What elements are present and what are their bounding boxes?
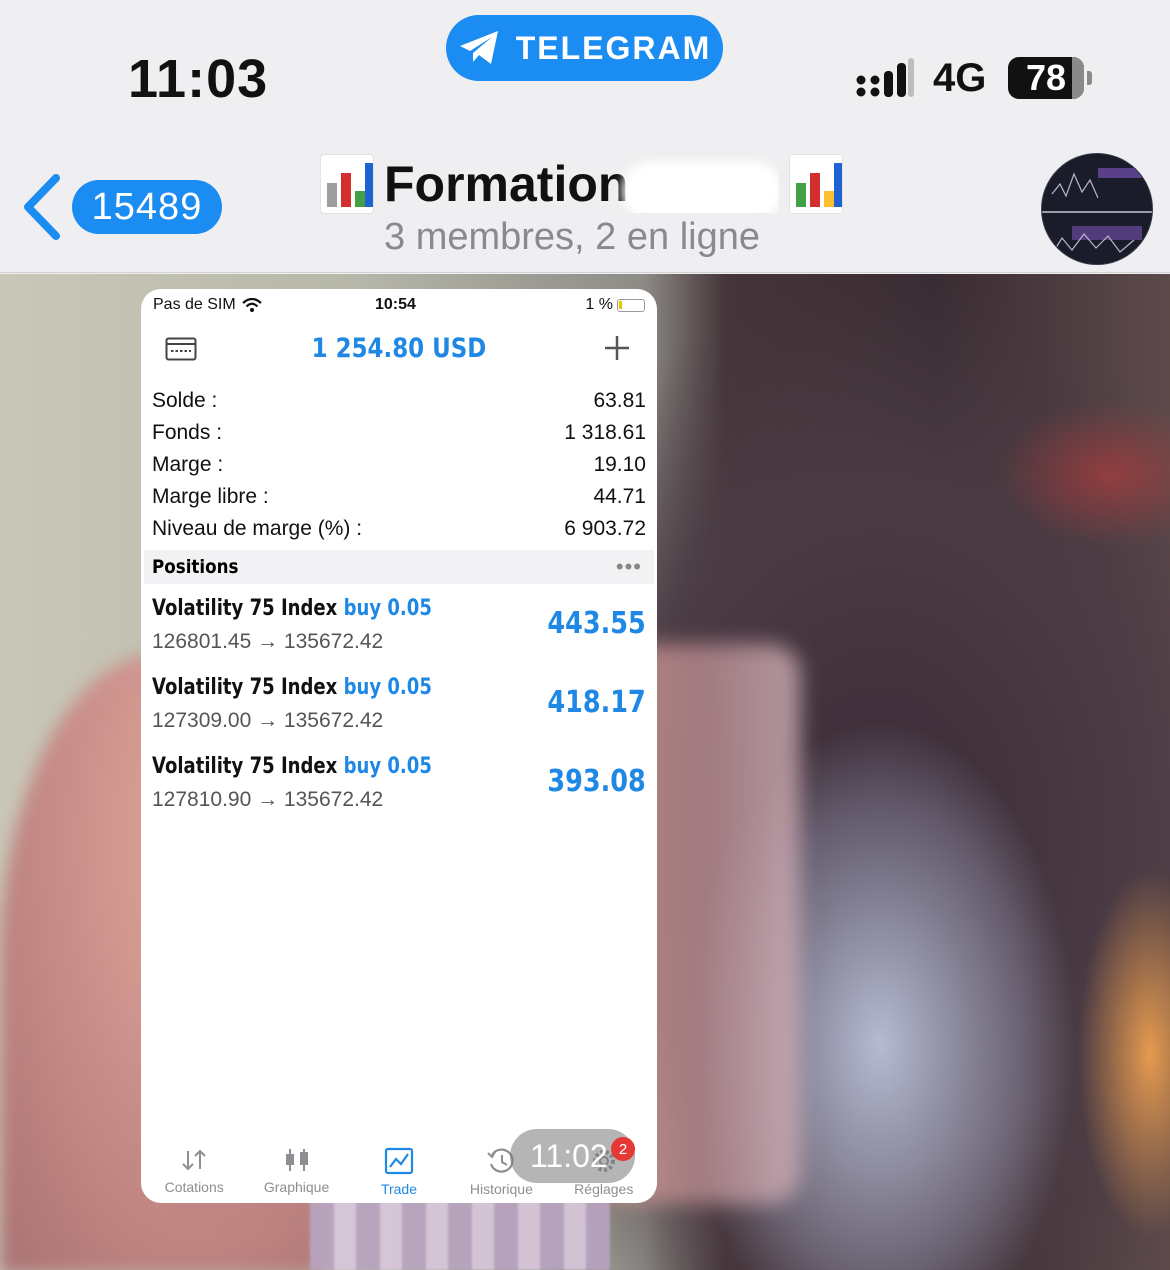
summary-row: Marge libre : 44.71 [152, 481, 646, 513]
summary-value: 1 318.61 [564, 421, 646, 444]
summary-row: Solde : 63.81 [152, 385, 646, 417]
return-app-label: TELEGRAM [515, 29, 712, 66]
position-side: buy 0.05 [343, 754, 432, 779]
chat-title-row[interactable]: Formation [320, 152, 843, 216]
bar-chart-icon [789, 154, 843, 214]
trade-icon [384, 1147, 414, 1175]
return-to-telegram-pill[interactable]: TELEGRAM [446, 15, 723, 81]
signal-icon [856, 58, 914, 97]
summary-value: 6 903.72 [564, 517, 646, 540]
group-avatar[interactable] [1041, 153, 1153, 265]
position-prices: 126801.45 → 135672.42 [152, 630, 384, 653]
summary-label: Fonds : [152, 421, 223, 444]
position-profit: 393.08 [547, 764, 646, 799]
summary-value: 19.10 [593, 453, 646, 476]
tab-label: Réglages [574, 1181, 634, 1197]
network-type: 4G [933, 56, 987, 100]
position-symbol: Volatility 75 Index [152, 754, 338, 779]
more-options-icon[interactable]: ••• [616, 556, 642, 578]
status-bar: 11:03 TELEGRAM 4G 78 [0, 0, 1170, 130]
position-row[interactable]: Volatility 75 Index buy 0.05 126801.45 →… [152, 592, 646, 671]
summary-label: Solde : [152, 389, 218, 412]
quotes-icon [182, 1149, 206, 1171]
position-prices: 127810.90 → 135672.42 [152, 788, 384, 811]
summary-label: Marge libre : [152, 485, 269, 508]
battery-icon: 78 [1008, 57, 1084, 99]
back-chevron-icon[interactable] [20, 174, 62, 240]
screenshot-battery-label: 1 % [585, 296, 613, 313]
tab-label: Historique [469, 1181, 533, 1197]
summary-label: Niveau de marge (%) : [152, 517, 363, 540]
position-side: buy 0.05 [343, 596, 432, 621]
tab-label: Graphique [263, 1179, 330, 1195]
tab-label: Cotations [164, 1179, 224, 1195]
summary-value: 44.71 [593, 485, 646, 508]
redaction-patch [622, 161, 779, 213]
summary-row: Marge : 19.10 [152, 449, 646, 481]
positions-section-header: Positions ••• [144, 550, 654, 584]
bar-chart-icon [320, 154, 374, 214]
chat-title: Formation [384, 155, 779, 213]
summary-label: Marge : [152, 453, 224, 476]
summary-row: Niveau de marge (%) : 6 903.72 [152, 513, 646, 545]
telegram-icon [459, 31, 498, 64]
tab-trade[interactable]: Trade [349, 1133, 449, 1203]
low-battery-icon [617, 298, 645, 312]
trading-screenshot[interactable]: Pas de SIM 10:54 1 % 1 254.80 USD Solde … [141, 289, 657, 1203]
screenshot-time: 10:54 [375, 296, 416, 313]
account-header: 1 254.80 USD [141, 325, 657, 373]
position-profit: 443.55 [547, 606, 646, 641]
tab-label: Trade [380, 1181, 417, 1197]
account-summary: Solde : 63.81 Fonds : 1 318.61 Marge : 1… [152, 385, 646, 545]
wifi-icon [241, 298, 262, 312]
position-profit: 418.17 [547, 685, 646, 720]
status-time: 11:03 [128, 49, 269, 109]
chart-icon [285, 1149, 308, 1171]
battery-tip [1087, 71, 1092, 85]
summary-row: Fonds : 1 318.61 [152, 417, 646, 449]
summary-value: 63.81 [593, 389, 646, 412]
position-symbol: Volatility 75 Index [152, 675, 338, 700]
tab-graphique[interactable]: Graphique [247, 1133, 347, 1203]
screenshot-status-bar: Pas de SIM 10:54 1 % [141, 289, 657, 321]
account-profit-total: 1 254.80 USD [311, 333, 487, 364]
position-prices: 127309.00 → 135672.42 [152, 709, 384, 732]
chat-subtitle: 3 membres, 2 en ligne [384, 216, 760, 258]
position-row[interactable]: Volatility 75 Index buy 0.05 127309.00 →… [152, 671, 646, 750]
chat-header: 15489 Formation 3 membres, 2 en ligne [0, 130, 1170, 273]
carrier-label: Pas de SIM [153, 296, 236, 313]
tab-cotations[interactable]: Cotations [144, 1133, 244, 1203]
notification-badge: 2 [611, 1137, 635, 1161]
position-side: buy 0.05 [343, 675, 432, 700]
new-order-plus-icon[interactable] [603, 334, 631, 362]
position-symbol: Volatility 75 Index [152, 596, 338, 621]
positions-list: Volatility 75 Index buy 0.05 126801.45 →… [152, 592, 646, 829]
positions-label: Positions [152, 556, 239, 578]
unread-count-badge[interactable]: 15489 [72, 180, 222, 234]
chat-title-text: Formation [384, 156, 629, 212]
position-row[interactable]: Volatility 75 Index buy 0.05 127810.90 →… [152, 750, 646, 829]
banknotes-stack [310, 1194, 610, 1270]
battery-level: 78 [1025, 57, 1067, 98]
